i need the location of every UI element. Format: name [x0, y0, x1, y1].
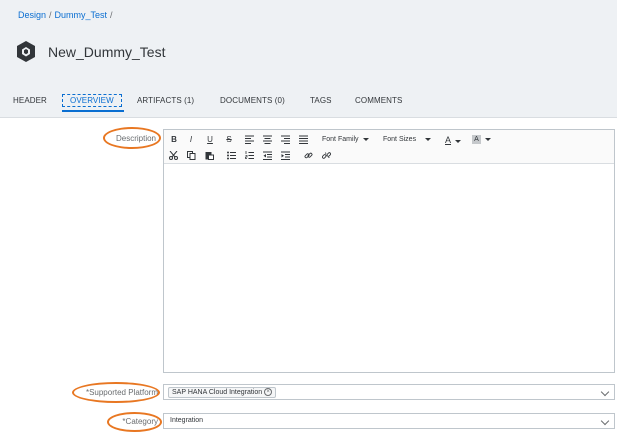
tab-header[interactable]: HEADER — [13, 96, 47, 105]
category-value: Integration — [170, 417, 204, 424]
align-left-icon[interactable] — [245, 135, 254, 144]
object-header: Design / Dummy_Test / New_Dummy_Test HEADER… — [0, 0, 617, 118]
chevron-down-icon — [485, 138, 491, 141]
background-color-icon: A — [472, 135, 481, 144]
breadcrumb: Design / Dummy_Test / — [18, 10, 116, 20]
cut-icon[interactable] — [169, 151, 178, 160]
bullet-list-icon[interactable] — [227, 151, 236, 160]
remove-token-icon[interactable]: × — [264, 388, 273, 397]
artifact-cube-icon — [17, 41, 35, 62]
font-sizes-label: Font Sizes — [383, 136, 417, 143]
text-color-dropdown[interactable]: A — [445, 135, 462, 145]
background-color-dropdown[interactable]: A — [472, 135, 491, 144]
font-family-label: Font Family — [322, 136, 359, 143]
tab-active-indicator — [62, 110, 124, 112]
align-right-icon[interactable] — [281, 135, 290, 144]
description-editor-body[interactable] — [164, 165, 614, 372]
unlink-icon[interactable] — [322, 151, 331, 160]
breadcrumb-dummy-test[interactable]: Dummy_Test — [55, 10, 108, 20]
align-center-icon[interactable] — [263, 135, 272, 144]
tab-overview[interactable]: OVERVIEW — [62, 94, 122, 107]
tab-documents[interactable]: DOCUMENTS (0) — [220, 96, 285, 105]
chevron-down-icon[interactable] — [600, 416, 610, 426]
object-title: New_Dummy_Test — [48, 44, 166, 60]
font-sizes-dropdown[interactable]: Font Sizes — [383, 136, 432, 143]
chevron-down-icon — [455, 139, 462, 143]
supported-platform-highlight-ring — [72, 382, 160, 403]
chevron-down-icon — [425, 137, 432, 141]
numbered-list-icon[interactable] — [245, 151, 254, 160]
indent-icon[interactable] — [281, 151, 290, 160]
strikethrough-button[interactable]: S — [223, 134, 235, 146]
align-justify-icon[interactable] — [299, 135, 308, 144]
platform-token[interactable]: SAP HANA Cloud Integration × — [168, 387, 277, 398]
italic-button[interactable]: I — [185, 134, 197, 146]
bold-button[interactable]: B — [168, 134, 180, 146]
breadcrumb-design[interactable]: Design — [18, 10, 46, 20]
breadcrumb-separator: / — [110, 10, 113, 20]
description-editor[interactable]: B I U S Font Family Font Sizes A A — [163, 129, 615, 373]
copy-icon[interactable] — [187, 151, 196, 160]
tab-tags[interactable]: TAGS — [310, 96, 332, 105]
tab-bar: HEADER OVERVIEW ARTIFACTS (1) DOCUMENTS … — [0, 94, 617, 116]
paste-icon[interactable] — [205, 151, 214, 160]
category-highlight-ring — [107, 412, 162, 432]
platform-token-label: SAP HANA Cloud Integration — [172, 389, 263, 396]
outdent-icon[interactable] — [263, 151, 272, 160]
chevron-down-icon[interactable] — [600, 387, 610, 397]
underline-button[interactable]: U — [204, 134, 216, 146]
category-select[interactable]: Integration — [163, 413, 615, 429]
link-icon[interactable] — [304, 151, 313, 160]
chevron-down-icon — [362, 137, 369, 141]
text-color-icon: A — [445, 135, 452, 145]
editor-toolbar: B I U S Font Family Font Sizes A A — [164, 130, 614, 164]
breadcrumb-separator: / — [49, 10, 52, 20]
description-highlight-ring — [103, 127, 161, 149]
tab-artifacts[interactable]: ARTIFACTS (1) — [137, 96, 194, 105]
tab-comments[interactable]: COMMENTS — [355, 96, 402, 105]
supported-platform-multiselect[interactable]: SAP HANA Cloud Integration × — [163, 384, 615, 400]
font-family-dropdown[interactable]: Font Family — [322, 136, 369, 143]
